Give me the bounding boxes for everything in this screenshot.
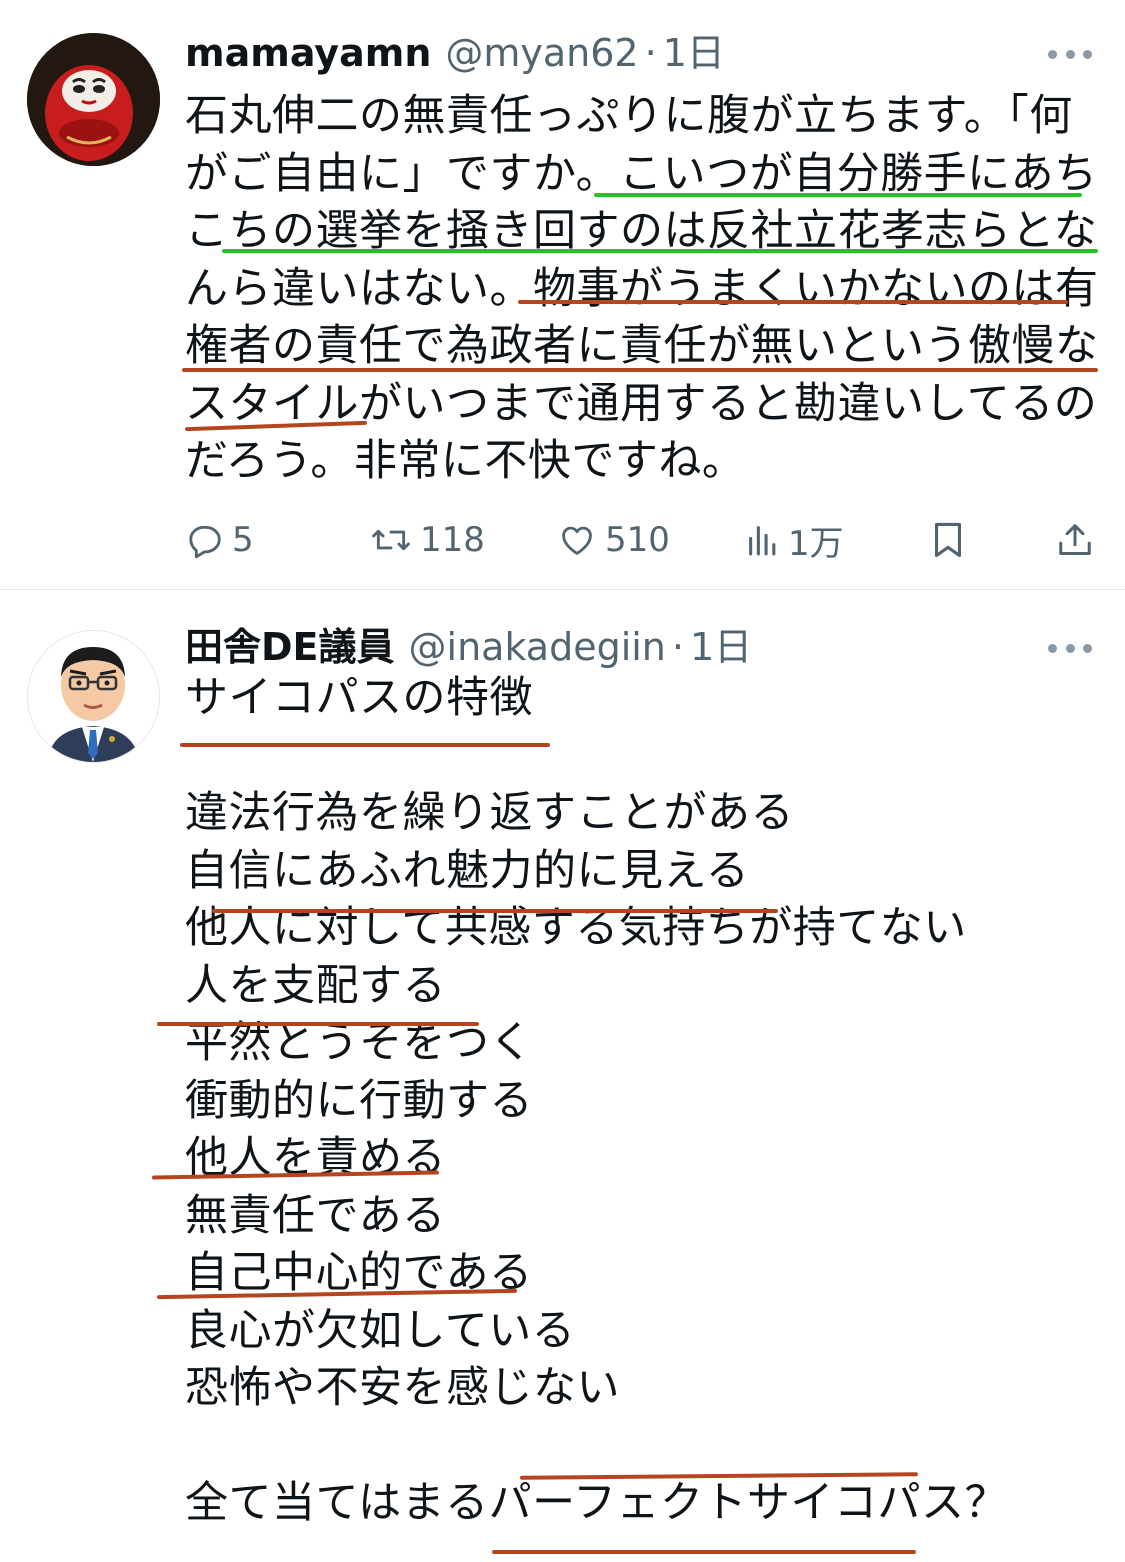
list-item: 人を支配する <box>185 960 446 1011</box>
annotation-underline-red <box>492 1550 916 1554</box>
share-button[interactable] <box>1056 512 1094 568</box>
views-icon <box>749 526 776 556</box>
list-title: サイコパスの特徴 <box>185 673 533 723</box>
annotation-underline-green <box>594 193 1082 197</box>
list-item: 良心が欠如している <box>185 1305 576 1356</box>
user-handle[interactable]: @myan62 <box>445 28 638 78</box>
timestamp[interactable]: 1日 <box>690 622 752 672</box>
more-dot <box>1083 49 1092 59</box>
annotation-underline-red <box>157 1022 479 1026</box>
separator: · <box>644 31 657 75</box>
more-dot <box>1083 643 1092 653</box>
tweet[interactable]: mamayamn @myan62 · 1日 石丸伸二の無責任っぷりに腹が立ちます… <box>0 0 1125 590</box>
views-button[interactable]: 1万 <box>746 512 844 568</box>
more-dot <box>1048 643 1057 653</box>
retweet-button[interactable]: 118 <box>370 512 485 568</box>
more-icon[interactable] <box>1048 642 1092 654</box>
user-handle[interactable]: @inakadegiin <box>409 622 666 672</box>
list-item: 違法行為を繰り返すことがある <box>185 788 794 838</box>
tweet-actions: 5 118 510 1万 <box>0 512 1125 568</box>
bookmark-icon <box>934 522 962 558</box>
tweet-header: 田舎DE議員 @inakadegiin · 1日 <box>185 622 752 672</box>
more-dot <box>1065 643 1075 653</box>
reply-icon <box>189 525 221 559</box>
text-line: 石丸伸二の無責任っぷりに腹が立ちます。「何 <box>185 91 1073 141</box>
annotation-underline-red <box>180 743 550 747</box>
timestamp[interactable]: 1日 <box>663 28 725 78</box>
retweet-count: 118 <box>420 520 485 560</box>
heart-icon <box>562 526 592 555</box>
display-name[interactable]: mamayamn <box>185 28 431 78</box>
more-icon[interactable] <box>1048 48 1092 60</box>
annotation-underline-red <box>212 909 778 913</box>
views-count: 1万 <box>788 523 844 564</box>
annotation-underline-red <box>518 300 1068 304</box>
more-dot <box>1065 49 1075 59</box>
bookmark-button[interactable] <box>930 512 966 568</box>
list-item: 自信にあふれ魅力的に見える <box>185 845 750 896</box>
like-count: 510 <box>605 520 670 560</box>
avatar[interactable] <box>27 33 160 166</box>
list-item: 恐怖や不安を感じない <box>185 1363 620 1413</box>
more-dot <box>1048 49 1057 59</box>
share-icon <box>1059 524 1091 555</box>
annotation-underline-green <box>222 249 1098 253</box>
list-item: 他人を責める <box>185 1133 446 1183</box>
text-line: 権者の責任で為政者に責任が無いという傲慢な <box>185 321 1099 371</box>
politician-avatar-image <box>28 631 159 762</box>
closing-line: 全て当てはまるパーフェクトサイコパス？ <box>185 1478 1009 1528</box>
reply-button[interactable]: 5 <box>186 512 254 568</box>
list-item: 無責任である <box>185 1190 446 1241</box>
tweet-text: 石丸伸二の無責任っぷりに腹が立ちます。「何 がご自由に」ですか。こいつが自分勝手… <box>185 88 1099 491</box>
tweet[interactable]: 田舎DE議員 @inakadegiin · 1日 サイコパスの特徴 違法行為を繰… <box>0 590 1125 1562</box>
reply-count: 5 <box>232 520 254 560</box>
annotation-underline-red <box>182 368 1098 372</box>
text-line: んら違いはない。物事がうまくいかないのは有 <box>185 263 1099 314</box>
tweet-text: サイコパスの特徴 違法行為を繰り返すことがある 自信にあふれ魅力的に見える 他人… <box>185 670 1095 1533</box>
tweet-header: mamayamn @myan62 · 1日 <box>185 28 725 78</box>
display-name[interactable]: 田舎DE議員 <box>185 622 395 672</box>
like-button[interactable]: 510 <box>557 512 670 568</box>
retweet-icon <box>372 529 410 551</box>
avatar[interactable] <box>27 630 160 763</box>
list-item: 衝動的に行動する <box>185 1075 533 1126</box>
separator: · <box>671 625 684 669</box>
text-line: だろう。非常に不快ですね。 <box>185 436 746 486</box>
daruma-avatar-image <box>27 33 160 166</box>
